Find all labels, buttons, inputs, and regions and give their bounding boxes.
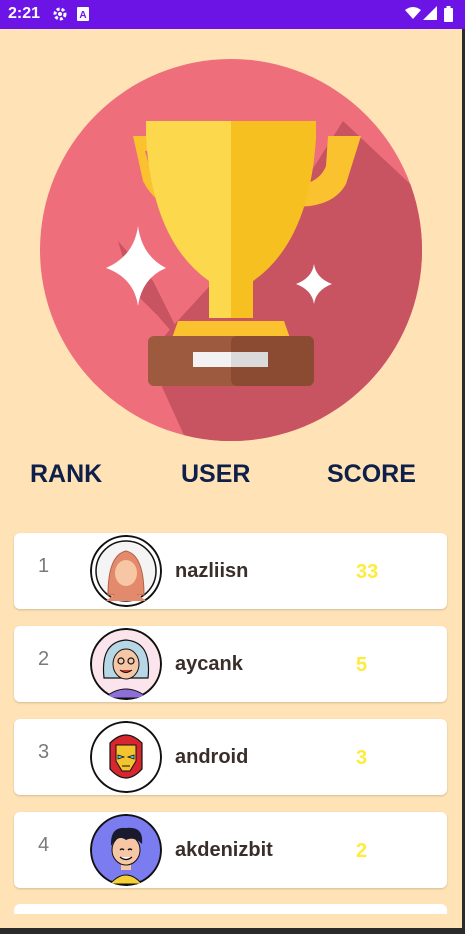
- trophy-illustration: [38, 56, 424, 444]
- score-value: 2: [356, 840, 368, 862]
- rank-number: 3: [38, 741, 50, 763]
- ironman-avatar-icon: [90, 721, 162, 793]
- username: android: [175, 746, 249, 768]
- signal-icon: [423, 6, 437, 25]
- rank-header: RANK: [30, 460, 103, 488]
- battery-icon: [444, 6, 453, 27]
- grandma-avatar-icon: [90, 628, 162, 700]
- rank-number: 1: [38, 555, 50, 577]
- svg-text:A: A: [79, 10, 86, 21]
- leaderboard-row[interactable]: 3 android 3: [14, 719, 447, 795]
- status-bar: 2:21 A: [0, 0, 465, 29]
- leaderboard-row-partial: [14, 904, 447, 914]
- leaderboard-row[interactable]: 2 aycank 5: [14, 626, 447, 702]
- status-time: 2:21: [8, 5, 41, 22]
- leaderboard-header: RANK USER SCORE: [0, 460, 465, 494]
- woman-avatar-icon: [90, 535, 162, 607]
- rank-number: 4: [38, 834, 50, 856]
- score-value: 33: [356, 561, 379, 583]
- a-badge-icon: A: [76, 6, 90, 27]
- score-value: 3: [356, 747, 368, 769]
- man-avatar-icon: [90, 814, 162, 886]
- score-header: SCORE: [327, 460, 416, 488]
- settings-icon: [52, 6, 68, 27]
- score-value: 5: [356, 654, 368, 676]
- username: aycank: [175, 653, 243, 675]
- leaderboard-row[interactable]: 4 akdenizbit 2: [14, 812, 447, 888]
- username: nazliisn: [175, 560, 249, 582]
- leaderboard-row[interactable]: 1 nazliisn 33: [14, 533, 447, 609]
- rank-number: 2: [38, 648, 50, 670]
- navigation-bar: [0, 928, 465, 934]
- user-header: USER: [181, 460, 251, 488]
- wifi-icon: [405, 6, 421, 25]
- username: akdenizbit: [175, 839, 273, 861]
